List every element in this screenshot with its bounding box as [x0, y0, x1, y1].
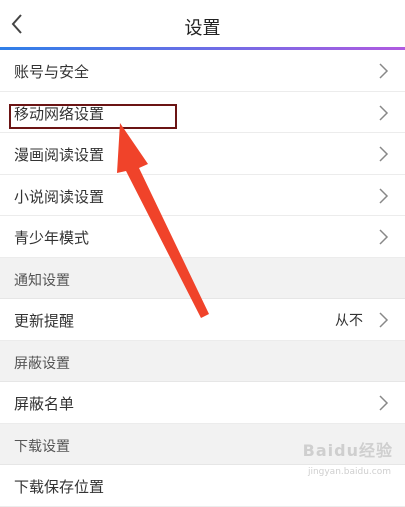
header-bar: 设置: [0, 0, 405, 48]
section-label: 屏蔽设置: [14, 355, 70, 372]
comic-reading-settings-row[interactable]: 漫画阅读设置: [0, 133, 405, 175]
watermark-logo: Baidu经验: [302, 441, 393, 460]
row-label: 小说阅读设置: [14, 187, 105, 206]
row-label: 青少年模式: [14, 229, 90, 247]
block-settings-header: 屏蔽设置: [0, 340, 405, 382]
watermark-url: jingyan.baidu.com: [307, 467, 391, 477]
row-label: 漫画阅读设置: [14, 146, 105, 164]
chevron-right-icon: [379, 63, 389, 79]
notification-settings-header: 通知设置: [0, 257, 405, 299]
teen-mode-row[interactable]: 青少年模式: [0, 216, 405, 258]
novel-reading-settings-row[interactable]: 小说阅读设置: [0, 174, 405, 216]
page-title: 设置: [184, 18, 221, 39]
chevron-right-icon: [379, 312, 389, 328]
section-label: 通知设置: [14, 272, 70, 289]
update-reminder-row[interactable]: 更新提醒 从不: [0, 299, 405, 341]
chevron-right-icon: [379, 104, 389, 121]
section-label: 下载设置: [14, 438, 70, 455]
row-label: 屏蔽名单: [14, 395, 75, 413]
chevron-right-icon: [379, 187, 389, 204]
highlight-box: [9, 104, 177, 129]
block-list-row[interactable]: 屏蔽名单: [0, 382, 405, 424]
chevron-right-icon: [379, 229, 389, 245]
row-label: 更新提醒: [14, 312, 75, 330]
account-security-row[interactable]: 账号与安全: [0, 50, 405, 92]
row-label: 账号与安全: [14, 63, 90, 81]
chevron-right-icon: [379, 146, 389, 162]
chevron-right-icon: [379, 395, 389, 411]
update-reminder-value: 从不: [335, 313, 363, 329]
